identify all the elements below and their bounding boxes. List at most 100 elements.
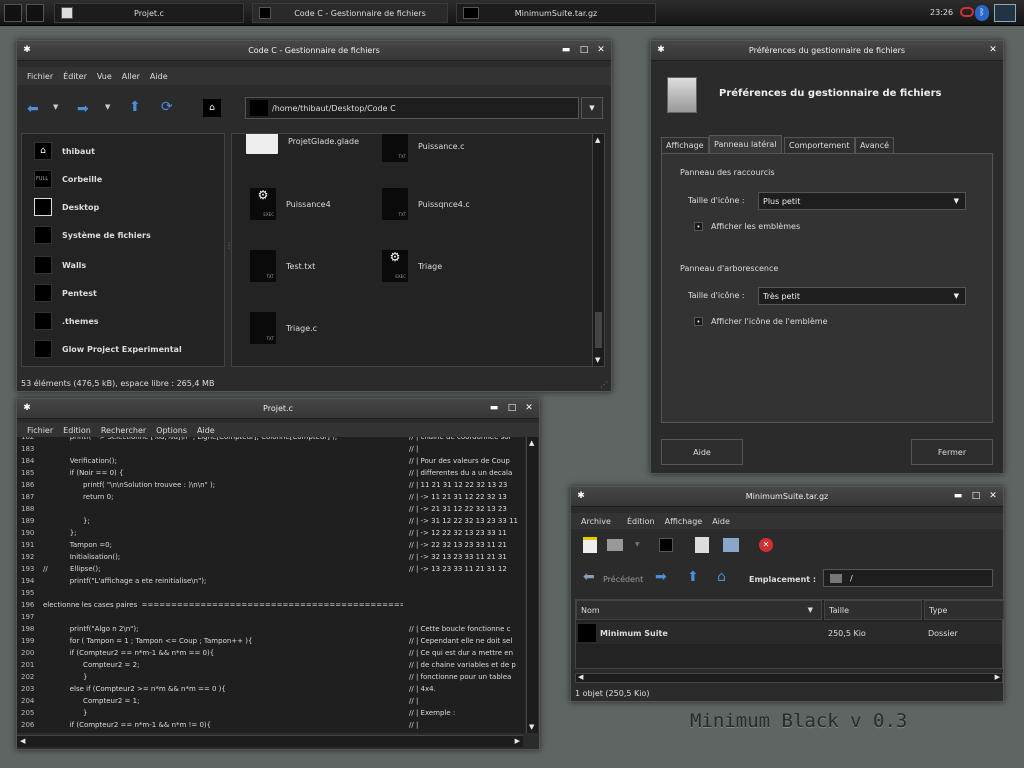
- task-file-manager[interactable]: Code C - Gestionnaire de fichiers: [252, 3, 448, 23]
- file-item[interactable]: TXT Puissance.c: [382, 134, 465, 162]
- code-line[interactable]: 184 Verification();// | Pour des valeurs…: [17, 457, 525, 469]
- extract-icon[interactable]: [659, 538, 673, 552]
- code-line[interactable]: 200 if (Compteur2 == n*m-1 && n*m == 0){…: [17, 649, 525, 661]
- add-folder-icon[interactable]: [723, 538, 739, 552]
- sidebar-item-pentest[interactable]: Pentest: [34, 284, 97, 302]
- code-line[interactable]: 201 Compteur2 = 2;// | de chaine variabl…: [17, 661, 525, 673]
- scrollbar[interactable]: ▲ ▼: [592, 134, 604, 366]
- location-dropdown-button[interactable]: ▼: [581, 97, 603, 119]
- chevron-down-icon[interactable]: ▼: [105, 103, 110, 111]
- table-row[interactable]: Minimum Suite 250,5 Kio Dossier: [576, 622, 1002, 644]
- task-archiver[interactable]: MinimumSuite.tar.gz: [456, 3, 656, 23]
- code-line[interactable]: 185 if (Noir == 0) {// | differentes du …: [17, 469, 525, 481]
- column-header-name[interactable]: Nom ▼: [576, 600, 822, 620]
- resize-grip-icon[interactable]: ⋰: [600, 380, 608, 389]
- file-item[interactable]: TXT Test.txt: [250, 250, 315, 282]
- checkbox-box[interactable]: •: [694, 222, 703, 231]
- window-menu-icon[interactable]: ✱: [22, 45, 32, 55]
- code-line[interactable]: 197: [17, 613, 525, 625]
- menu-edition[interactable]: Édition: [627, 517, 655, 526]
- scroll-down-icon[interactable]: ▼: [529, 723, 534, 731]
- back-label[interactable]: Précédent: [603, 575, 643, 584]
- minimize-icon[interactable]: ▬: [489, 403, 499, 413]
- new-archive-icon[interactable]: [583, 537, 597, 553]
- code-line[interactable]: 202 }// | fonctionne pour un tablea: [17, 673, 525, 685]
- scroll-right-icon[interactable]: ▶: [515, 737, 520, 745]
- file-item[interactable]: ⚙ EXEC Triage: [382, 250, 442, 282]
- menu-editer[interactable]: Éditer: [63, 72, 87, 81]
- maximize-icon[interactable]: □: [971, 491, 981, 501]
- code-line[interactable]: 204 Compteur2 = 1;// |: [17, 697, 525, 709]
- window-menu-icon[interactable]: ✱: [22, 403, 32, 413]
- open-archive-icon[interactable]: [607, 539, 623, 551]
- close-button[interactable]: Fermer: [911, 439, 993, 465]
- window-menu-icon[interactable]: ✱: [576, 491, 586, 501]
- close-icon[interactable]: ✕: [596, 45, 606, 55]
- chevron-down-icon[interactable]: ▼: [635, 541, 640, 548]
- title-bar[interactable]: ✱ Préférences du gestionnaire de fichier…: [651, 41, 1003, 61]
- scroll-down-icon[interactable]: ▼: [595, 356, 600, 364]
- horizontal-scrollbar[interactable]: ◀ ▶: [17, 735, 523, 747]
- scroll-left-icon[interactable]: ◀: [20, 737, 25, 745]
- network-key-icon[interactable]: [960, 7, 974, 17]
- close-icon[interactable]: ✕: [524, 403, 534, 413]
- menu-aide[interactable]: Aide: [712, 517, 730, 526]
- sidebar-item-corbeille[interactable]: FULL Corbeille: [34, 170, 102, 188]
- code-line[interactable]: 188 // | -> 21 31 12 22 32 13 23: [17, 505, 525, 517]
- menu-rechercher[interactable]: Rechercher: [101, 426, 146, 435]
- sidebar-item-themes[interactable]: .themes: [34, 312, 99, 330]
- menu-aller[interactable]: Aller: [122, 72, 140, 81]
- code-area[interactable]: 182 printf( "-> Selectionne [%d;%d]\n" ,…: [17, 437, 525, 733]
- shortcuts-icon-size-select[interactable]: Plus petit ▼: [758, 192, 966, 210]
- minimize-icon[interactable]: ▬: [953, 491, 963, 501]
- launcher-icon[interactable]: [4, 4, 22, 22]
- tab-comportement[interactable]: Comportement: [784, 137, 855, 153]
- checkbox-box[interactable]: •: [694, 317, 703, 326]
- menu-vue[interactable]: Vue: [97, 72, 112, 81]
- launcher-icon[interactable]: [26, 4, 44, 22]
- reload-icon[interactable]: ⟳: [161, 99, 173, 115]
- column-header-size[interactable]: Taille: [824, 600, 922, 620]
- file-item[interactable]: TXT Triage.c: [250, 312, 317, 344]
- code-line[interactable]: 205 }// | Exemple :: [17, 709, 525, 721]
- home-icon[interactable]: ⌂: [717, 569, 726, 585]
- bluetooth-icon[interactable]: ᛒ: [975, 5, 989, 21]
- sidebar-item-filesystem[interactable]: Système de fichiers: [34, 226, 151, 244]
- network-icon[interactable]: [994, 4, 1016, 22]
- scroll-up-icon[interactable]: ▲: [529, 439, 534, 447]
- file-item[interactable]: TXT Puissqnce4.c: [382, 188, 470, 220]
- code-line[interactable]: 192 Initialisation();// | -> 32 13 23 33…: [17, 553, 525, 565]
- code-line[interactable]: 195: [17, 589, 525, 601]
- code-line[interactable]: 186 printf( "\n\nSolution trouvee : )\n\…: [17, 481, 525, 493]
- menu-aide[interactable]: Aide: [150, 72, 168, 81]
- vertical-scrollbar[interactable]: ▲ ▼: [526, 437, 538, 733]
- code-line[interactable]: 194 printf("L'affichage a ete reinitiali…: [17, 577, 525, 589]
- back-arrow-icon[interactable]: ⬅: [27, 101, 39, 117]
- menu-aide[interactable]: Aide: [197, 426, 215, 435]
- maximize-icon[interactable]: □: [507, 403, 517, 413]
- add-files-icon[interactable]: [695, 537, 709, 553]
- title-bar[interactable]: ✱ MinimumSuite.tar.gz ▬ □ ✕: [571, 487, 1003, 507]
- sidebar-item-walls[interactable]: Walls: [34, 256, 86, 274]
- close-icon[interactable]: ✕: [988, 491, 998, 501]
- task-projet-c[interactable]: Projet.c: [54, 3, 244, 23]
- menu-archive[interactable]: Archive: [581, 517, 611, 526]
- maximize-icon[interactable]: □: [579, 45, 589, 55]
- column-header-type[interactable]: Type: [924, 600, 1004, 620]
- up-arrow-icon[interactable]: ⬆: [687, 569, 699, 585]
- tab-panneau-lateral[interactable]: Panneau latéral: [709, 135, 782, 153]
- tree-icon-size-select[interactable]: Très petit ▼: [758, 287, 966, 305]
- tab-avance[interactable]: Avancé: [855, 137, 895, 153]
- horizontal-scrollbar[interactable]: ◀ ▶: [575, 673, 1003, 683]
- code-line[interactable]: 182 printf( "-> Selectionne [%d;%d]\n" ,…: [17, 437, 525, 445]
- show-emblem-icon-checkbox[interactable]: • Afficher l'icône de l'emblème: [694, 317, 828, 326]
- forward-arrow-icon[interactable]: ➡: [77, 101, 89, 117]
- scroll-right-icon[interactable]: ▶: [995, 673, 1000, 681]
- scroll-left-icon[interactable]: ◀: [578, 673, 583, 681]
- back-arrow-icon[interactable]: ⬅: [583, 569, 595, 585]
- menu-options[interactable]: Options: [156, 426, 187, 435]
- scroll-up-icon[interactable]: ▲: [595, 136, 600, 144]
- forward-arrow-icon[interactable]: ➡: [655, 569, 667, 585]
- title-bar[interactable]: ✱ Projet.c ▬ □ ✕: [17, 399, 539, 419]
- close-icon[interactable]: ✕: [988, 45, 998, 55]
